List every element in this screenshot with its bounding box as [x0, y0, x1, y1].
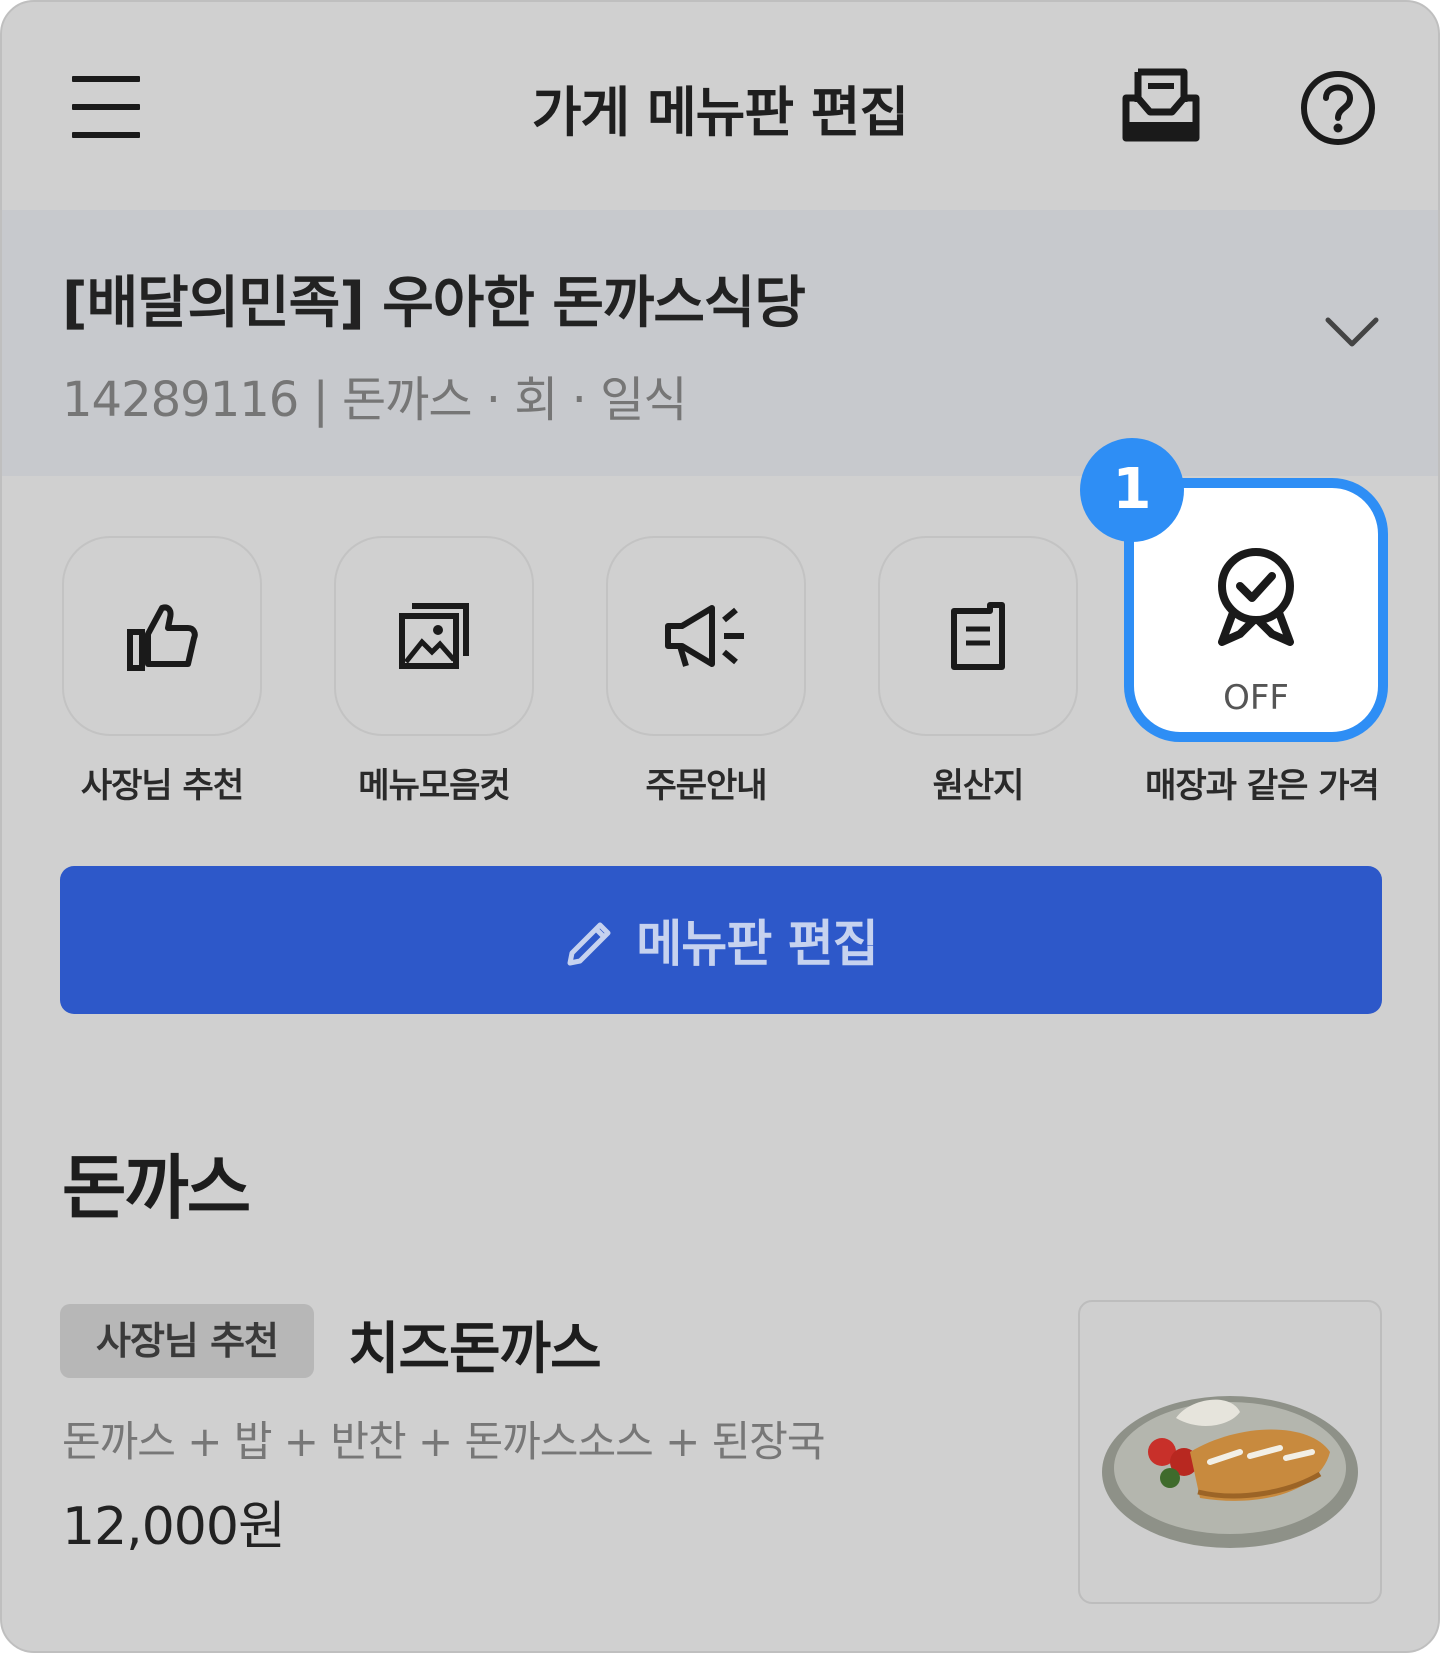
- badge-check-icon: [1218, 548, 1294, 646]
- step-number-badge: 1: [1080, 438, 1184, 542]
- store-selector[interactable]: [배달의민족] 우아한 돈까스식당 14289116 | 돈까스 · 회 · 일…: [2, 210, 1438, 476]
- store-name: [배달의민족] 우아한 돈까스식당: [62, 271, 806, 336]
- edit-menu-button[interactable]: 메뉴판 편집: [60, 866, 1382, 1014]
- quick-action-label: 매장과 같은 가격: [1145, 766, 1380, 806]
- owner-pick-tag: 사장님 추천: [60, 1304, 314, 1378]
- thumbs-up-icon: [127, 604, 198, 671]
- quick-action-label: 주문안내: [645, 766, 767, 806]
- megaphone-icon: [665, 605, 744, 667]
- pencil-icon: [567, 922, 611, 966]
- quick-action-origin[interactable]: [878, 536, 1078, 736]
- quick-action-label: 메뉴모음컷: [358, 766, 510, 806]
- store-info: 14289116 | 돈까스 · 회 · 일식: [62, 372, 688, 428]
- category-title: 돈까스: [62, 1147, 251, 1229]
- quick-action-label: 사장님 추천: [80, 766, 244, 806]
- menu-item-description: 돈까스 + 밥 + 반찬 + 돈까스소스 + 된장국: [62, 1417, 826, 1466]
- menu-item-name[interactable]: 치즈돈까스: [348, 1304, 602, 1385]
- menu-item-photo[interactable]: [1078, 1300, 1382, 1604]
- photo-gallery-icon: [399, 603, 469, 669]
- top-app-bar: 가게 메뉴판 편집: [2, 2, 1438, 210]
- page-title: 가게 메뉴판 편집: [531, 81, 909, 144]
- help-icon[interactable]: [1298, 68, 1378, 148]
- status-badge: OFF: [1223, 678, 1289, 718]
- quick-action-menu-photos[interactable]: [334, 536, 534, 736]
- edit-menu-label: 메뉴판 편집: [636, 915, 878, 973]
- quick-action-label: 원산지: [932, 766, 1025, 806]
- menu-item-price: 12,000원: [62, 1497, 286, 1557]
- chevron-down-icon[interactable]: [1324, 314, 1380, 354]
- inbox-icon[interactable]: [1122, 68, 1200, 142]
- quick-action-owner-pick[interactable]: [62, 536, 262, 736]
- document-icon: [951, 602, 1005, 670]
- quick-action-order-guide[interactable]: [606, 536, 806, 736]
- app-frame: 가게 메뉴판 편집 [배달의민족] 우아한 돈까스식당 14289116 | 돈…: [0, 0, 1440, 1653]
